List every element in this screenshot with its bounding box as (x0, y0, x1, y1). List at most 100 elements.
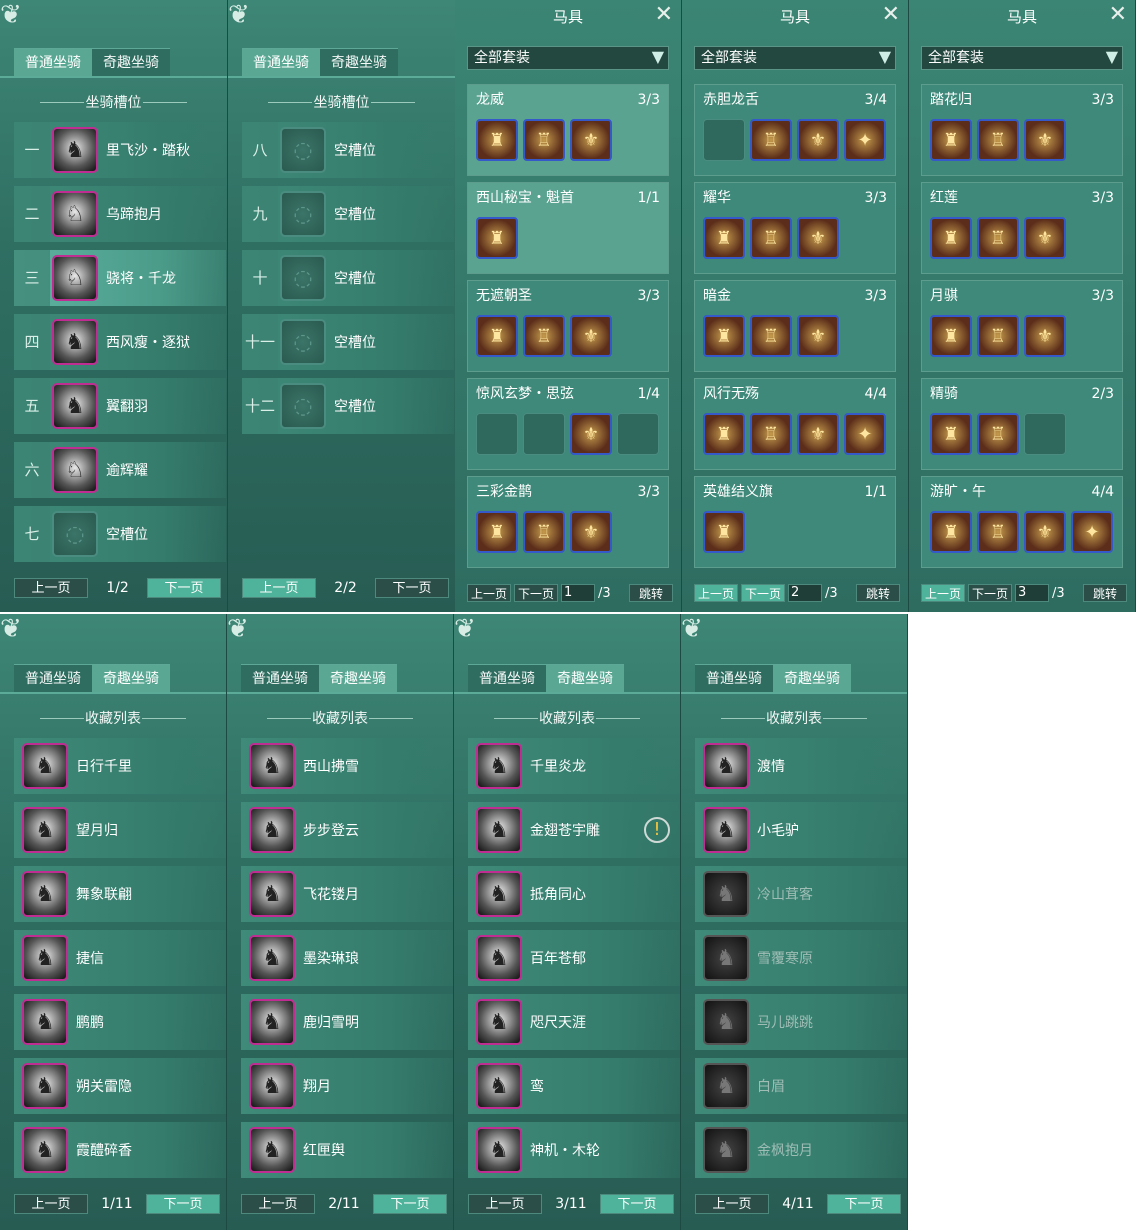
empty-gear-slot[interactable] (1024, 413, 1066, 455)
gear-set-card[interactable]: 耀华 3/3 ♜ ♖ ⚜ (694, 182, 896, 274)
gear-set-card[interactable]: 精骑 2/3 ♜ ♖ (921, 378, 1123, 470)
gear-item-icon[interactable]: ♖ (750, 413, 792, 455)
gear-item-icon[interactable]: ✦ (844, 119, 886, 161)
close-icon[interactable]: ✕ (1109, 4, 1127, 26)
horse-red-icon[interactable]: ♞ (52, 127, 98, 173)
prev-page-button[interactable]: 上一页 (468, 1194, 542, 1214)
next-page-button[interactable]: 下一页 (741, 584, 785, 602)
mount-portrait-icon[interactable]: ♞ (703, 935, 749, 981)
collection-item[interactable]: ♞ 飞花镂月 (241, 866, 453, 922)
gear-item-icon[interactable]: ✦ (1071, 511, 1113, 553)
gear-item-icon[interactable]: ⚜ (797, 119, 839, 161)
gear-item-icon[interactable]: ⚜ (1024, 315, 1066, 357)
mount-portrait-icon[interactable]: ♞ (476, 743, 522, 789)
prev-page-button[interactable]: 上一页 (921, 584, 965, 602)
gear-set-card[interactable]: 月骐 3/3 ♜ ♖ ⚜ (921, 280, 1123, 372)
mount-portrait-icon[interactable]: ♞ (22, 807, 68, 853)
tab-fun-mount[interactable]: 奇趣坐骑 (320, 48, 398, 76)
prev-page-button[interactable]: 上一页 (695, 1194, 769, 1214)
mount-portrait-icon[interactable]: ♞ (476, 807, 522, 853)
mount-slot-row[interactable]: 五 ♞ 翼翻羽 (14, 378, 226, 434)
gear-item-icon[interactable]: ⚜ (1024, 217, 1066, 259)
gear-set-card[interactable]: 三彩金鹊 3/3 ♜ ♖ ⚜ (467, 476, 669, 568)
collection-item[interactable]: ♞ 抵角同心 (468, 866, 680, 922)
gear-item-icon[interactable]: ♜ (930, 217, 972, 259)
tab-normal-mount[interactable]: 普通坐骑 (14, 664, 92, 692)
gear-item-icon[interactable]: ♖ (750, 119, 792, 161)
gear-set-card[interactable]: 惊风玄梦・思弦 1/4 ⚜ (467, 378, 669, 470)
next-page-button[interactable]: 下一页 (146, 1194, 220, 1214)
mount-portrait-icon[interactable]: ♞ (476, 871, 522, 917)
collection-item[interactable]: ♞ 金翅苍宇雕! (468, 802, 680, 858)
gear-item-icon[interactable]: ♖ (977, 511, 1019, 553)
close-icon[interactable]: ✕ (882, 4, 900, 26)
gear-item-icon[interactable]: ⚜ (570, 315, 612, 357)
mount-portrait-icon[interactable]: ♞ (249, 1127, 295, 1173)
empty-slot-icon[interactable]: ◌ (280, 383, 326, 429)
mount-slot-row[interactable]: 六 ♘ 逾辉耀 (14, 442, 226, 498)
mount-portrait-icon[interactable]: ♞ (22, 1063, 68, 1109)
empty-gear-slot[interactable] (703, 119, 745, 161)
collection-item[interactable]: ♞ 鹏鹏 (14, 994, 226, 1050)
next-page-button[interactable]: 下一页 (514, 584, 558, 602)
collection-item[interactable]: ♞ 步步登云 (241, 802, 453, 858)
mount-portrait-icon[interactable]: ♞ (703, 807, 749, 853)
empty-slot-icon[interactable]: ◌ (280, 127, 326, 173)
mount-portrait-icon[interactable]: ♞ (476, 935, 522, 981)
collection-item[interactable]: ♞ 马儿跳跳 (695, 994, 907, 1050)
next-page-button[interactable]: 下一页 (373, 1194, 447, 1214)
gear-item-icon[interactable]: ⚜ (797, 315, 839, 357)
empty-slot-icon[interactable]: ◌ (280, 255, 326, 301)
gear-item-icon[interactable]: ⚜ (570, 119, 612, 161)
empty-slot-icon[interactable]: ◌ (280, 191, 326, 237)
mount-portrait-icon[interactable]: ♞ (22, 999, 68, 1045)
tab-normal-mount[interactable]: 普通坐骑 (241, 664, 319, 692)
next-page-button[interactable]: 下一页 (375, 578, 449, 598)
gear-item-icon[interactable]: ♜ (703, 413, 745, 455)
collection-item[interactable]: ♞ 神机・木轮 (468, 1122, 680, 1178)
gear-item-icon[interactable]: ⚜ (1024, 119, 1066, 161)
mount-slot-row[interactable]: 四 ♞ 西风瘦・逐狱 (14, 314, 226, 370)
collection-item[interactable]: ♞ 鹿归雪明 (241, 994, 453, 1050)
mount-slot-row[interactable]: 七 ◌ 空槽位 (14, 506, 226, 562)
jump-button[interactable]: 跳转 (1083, 584, 1127, 602)
mount-portrait-icon[interactable]: ♞ (249, 871, 295, 917)
tab-normal-mount[interactable]: 普通坐骑 (14, 48, 92, 76)
collection-item[interactable]: ♞ 雪覆寒原 (695, 930, 907, 986)
collection-item[interactable]: ♞ 小毛驴 (695, 802, 907, 858)
collection-item[interactable]: ♞ 霞醴碎香 (14, 1122, 226, 1178)
empty-slot-icon[interactable]: ◌ (280, 319, 326, 365)
tab-fun-mount[interactable]: 奇趣坐骑 (546, 664, 624, 692)
gear-set-card[interactable]: 游旷・午 4/4 ♜ ♖ ⚜ ✦ (921, 476, 1123, 568)
gear-item-icon[interactable]: ♖ (523, 119, 565, 161)
collection-item[interactable]: ♞ 百年苍郁 (468, 930, 680, 986)
empty-gear-slot[interactable] (617, 413, 659, 455)
mount-slot-row[interactable]: 八 ◌ 空槽位 (242, 122, 454, 178)
collection-item[interactable]: ♞ 鸾 (468, 1058, 680, 1114)
collection-item[interactable]: ♞ 舞象联翩 (14, 866, 226, 922)
gear-item-icon[interactable]: ♖ (977, 217, 1019, 259)
mount-portrait-icon[interactable]: ♞ (703, 999, 749, 1045)
mount-portrait-icon[interactable]: ♞ (249, 807, 295, 853)
collection-item[interactable]: ♞ 千里炎龙 (468, 738, 680, 794)
mount-portrait-icon[interactable]: ♞ (703, 1127, 749, 1173)
mount-portrait-icon[interactable]: ♞ (703, 1063, 749, 1109)
mount-slot-row[interactable]: 十一 ◌ 空槽位 (242, 314, 454, 370)
gear-item-icon[interactable]: ⚜ (570, 511, 612, 553)
tab-normal-mount[interactable]: 普通坐骑 (242, 48, 320, 76)
gear-set-card[interactable]: 风行无殇 4/4 ♜ ♖ ⚜ ✦ (694, 378, 896, 470)
gear-item-icon[interactable]: ♜ (476, 119, 518, 161)
mount-portrait-icon[interactable]: ♞ (476, 1127, 522, 1173)
horse-white-icon[interactable]: ♘ (52, 447, 98, 493)
mount-portrait-icon[interactable]: ♞ (22, 871, 68, 917)
gear-item-icon[interactable]: ♜ (703, 315, 745, 357)
tab-normal-mount[interactable]: 普通坐骑 (695, 664, 773, 692)
empty-slot-icon[interactable]: ◌ (52, 511, 98, 557)
gear-set-card[interactable]: 无遮朝圣 3/3 ♜ ♖ ⚜ (467, 280, 669, 372)
mount-portrait-icon[interactable]: ♞ (249, 999, 295, 1045)
prev-page-button[interactable]: 上一页 (694, 584, 738, 602)
gear-item-icon[interactable]: ♜ (703, 217, 745, 259)
prev-page-button[interactable]: 上一页 (14, 1194, 88, 1214)
gear-item-icon[interactable]: ♖ (750, 217, 792, 259)
prev-page-button[interactable]: 上一页 (467, 584, 511, 602)
